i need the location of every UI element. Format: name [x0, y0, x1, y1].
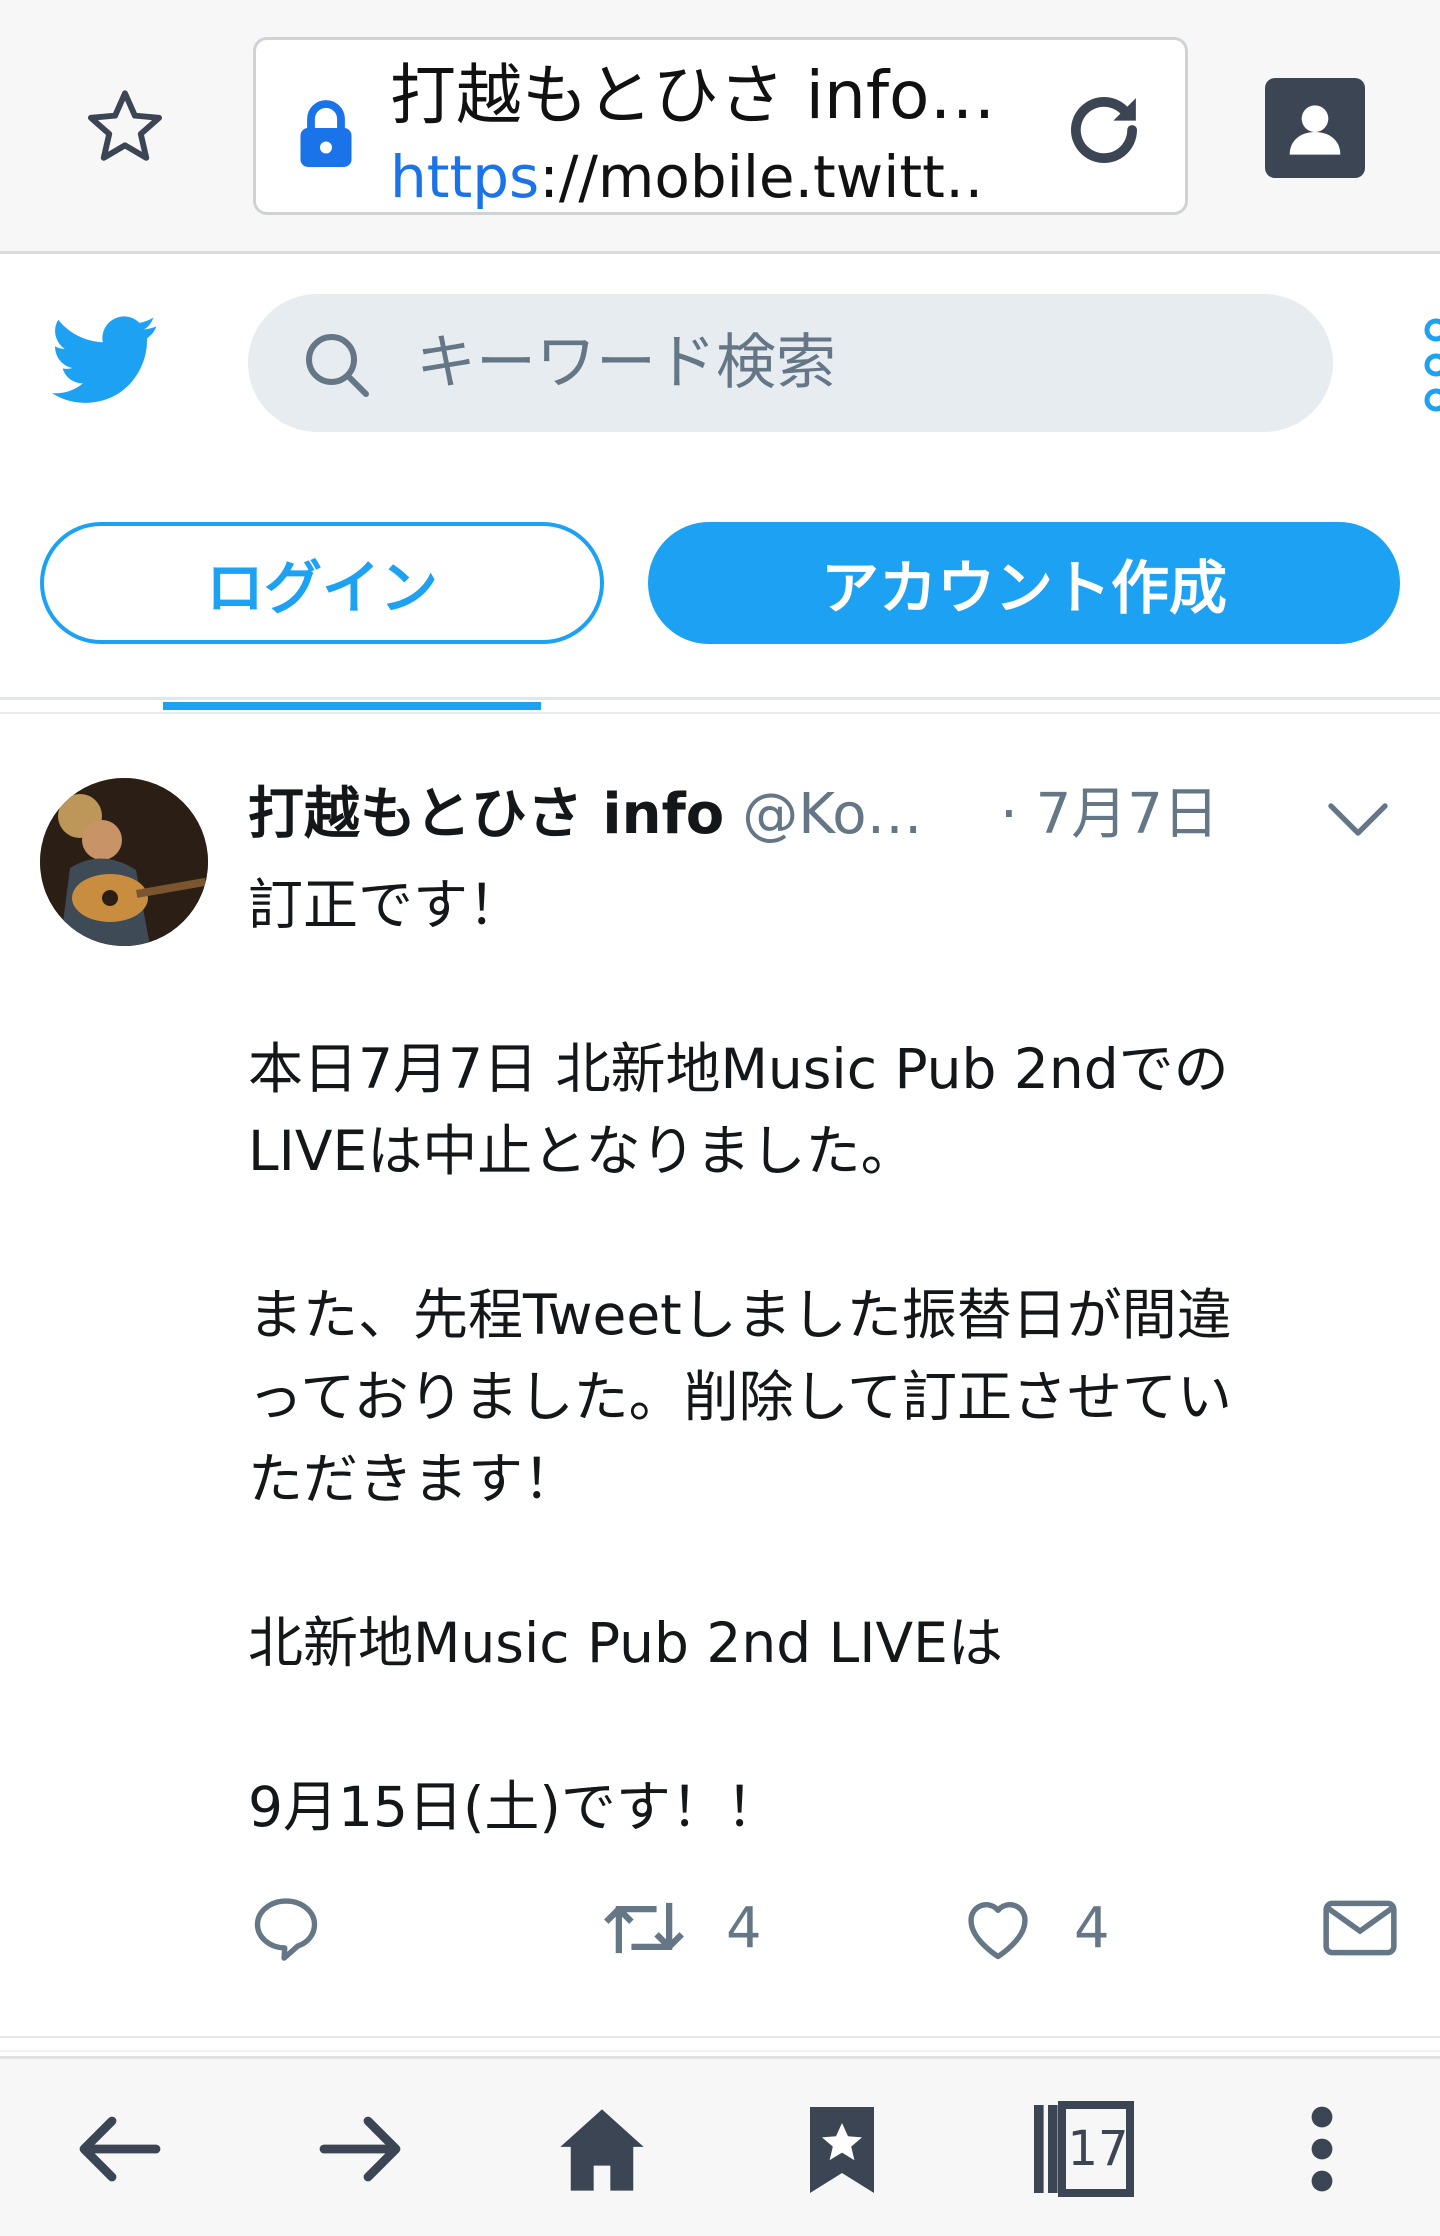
search-input[interactable]: [416, 294, 1296, 432]
divider: [0, 712, 1440, 714]
address-bar[interactable]: 打越もとひさ info… https://mobile.twitt…: [253, 37, 1188, 215]
bookmarks-icon[interactable]: [790, 2097, 894, 2201]
dm-button[interactable]: [1320, 1880, 1400, 1976]
tweet-paragraph: 9月15日(土)です！！: [248, 1775, 781, 1839]
chevron-down-icon[interactable]: [1322, 782, 1394, 854]
more-menu-icon[interactable]: [1420, 315, 1440, 415]
url-text: https://mobile.twitt…: [390, 144, 990, 210]
retweet-icon: [604, 1902, 684, 1954]
tweet-paragraph: 訂正です！: [248, 873, 524, 937]
heart-icon: [968, 1902, 1028, 1960]
display-name[interactable]: 打越もとひさ info: [248, 782, 724, 847]
retweet-button[interactable]: 4: [600, 1880, 762, 1976]
search-bar[interactable]: [248, 294, 1333, 432]
bookmark-star-icon[interactable]: [78, 80, 172, 174]
avatar[interactable]: [40, 778, 208, 946]
home-icon[interactable]: [550, 2097, 654, 2201]
like-button[interactable]: 4: [960, 1880, 1110, 1976]
tweet-date[interactable]: · 7月7日: [1000, 770, 1219, 860]
browser-bottom-bar: 17: [0, 2056, 1440, 2236]
tweet-text: 訂正です！ 本日7月7日 北新地Music Pub 2ndでの LIVEは中止と…: [248, 864, 1398, 1848]
tweet-header: 打越もとひさ info @Ko… · 7月7日: [248, 770, 1248, 860]
back-arrow-icon[interactable]: [68, 2097, 172, 2201]
overflow-menu-icon[interactable]: [1270, 2097, 1374, 2201]
tabs-button[interactable]: 17: [1030, 2097, 1134, 2201]
envelope-icon: [1323, 1900, 1397, 1956]
retweet-count: 4: [726, 1895, 762, 1961]
divider: [0, 697, 1440, 700]
tweet-paragraph: 本日7月7日 北新地Music Pub 2ndでの LIVEは中止となりました。: [248, 1037, 1229, 1183]
account-icon[interactable]: [1265, 78, 1365, 178]
tab-count: 17: [1067, 2121, 1129, 2177]
like-count: 4: [1074, 1895, 1110, 1961]
search-icon: [306, 334, 369, 397]
tweet-actions: 4 4: [248, 1880, 1408, 1976]
reply-icon: [254, 1898, 318, 1961]
user-handle[interactable]: @Ko…: [742, 782, 922, 847]
divider: [0, 2036, 1440, 2038]
twitter-bird-icon[interactable]: [52, 312, 158, 408]
divider: [0, 2050, 1440, 2052]
reload-icon[interactable]: [1056, 82, 1152, 178]
tab-indicator: [163, 702, 541, 710]
browser-toolbar: 打越もとひさ info… https://mobile.twitt…: [0, 0, 1440, 254]
reply-button[interactable]: [248, 1880, 324, 1976]
login-button[interactable]: ログイン: [40, 522, 604, 644]
signup-button[interactable]: アカウント作成: [648, 522, 1400, 644]
lock-icon: [300, 100, 352, 167]
forward-arrow-icon[interactable]: [308, 2097, 412, 2201]
tweet-paragraph: また、先程Tweetしました振替日が間違 っておりました。削除して訂正させてい …: [248, 1283, 1232, 1511]
tweet-paragraph: 北新地Music Pub 2nd LIVEは: [248, 1611, 1003, 1675]
page-title: 打越もとひさ info…: [390, 57, 996, 134]
